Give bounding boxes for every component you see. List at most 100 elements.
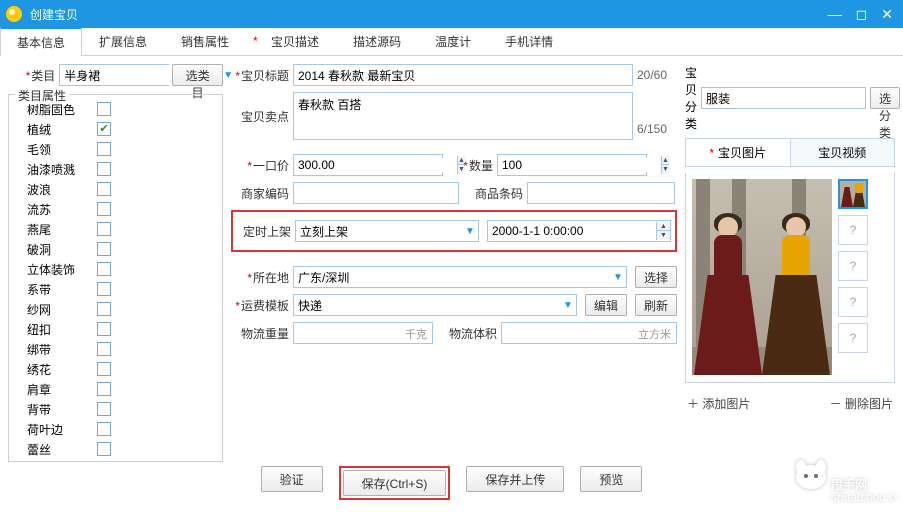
prop-checkbox[interactable] [97, 362, 111, 376]
minimize-button[interactable]: — [828, 7, 842, 21]
chevron-down-icon[interactable]: ▼ [560, 300, 576, 311]
prop-checkbox[interactable] [97, 182, 111, 196]
close-button[interactable]: ✕ [881, 7, 893, 21]
freight-combo[interactable]: ▼ [293, 294, 577, 316]
window-title: 创建宝贝 [30, 6, 828, 23]
category-combo[interactable]: ▼ [59, 64, 169, 86]
prop-item[interactable]: 绣花 [11, 359, 220, 379]
prop-item[interactable]: 毛领 [11, 139, 220, 159]
qty-input[interactable] [498, 158, 661, 172]
prop-checkbox[interactable] [97, 242, 111, 256]
maximize-button[interactable]: ◻ [856, 7, 868, 21]
prop-item[interactable]: 波浪 [11, 179, 220, 199]
main-image[interactable] [692, 179, 832, 375]
classify-input[interactable] [701, 87, 866, 109]
select-classify-button[interactable]: 选分类 [870, 87, 900, 109]
prop-item[interactable]: 纱网 [11, 299, 220, 319]
schedule-input[interactable] [296, 221, 462, 241]
validate-button[interactable]: 验证 [261, 466, 323, 492]
prop-item[interactable]: 肩章 [11, 379, 220, 399]
prop-checkbox[interactable] [97, 302, 111, 316]
freight-edit-button[interactable]: 编辑 [585, 294, 627, 316]
location-combo[interactable]: ▼ [293, 266, 627, 288]
tab-mobile-detail[interactable]: 手机详情 [488, 27, 570, 55]
spin-up-icon[interactable]: ▲ [661, 156, 669, 165]
tab-item-desc[interactable]: *宝贝描述 [246, 27, 336, 55]
prop-label: 绑带 [27, 341, 97, 358]
prop-checkbox[interactable] [97, 282, 111, 296]
location-input[interactable] [294, 267, 610, 287]
prop-checkbox[interactable] [97, 422, 111, 436]
spin-up-icon[interactable]: ▲ [656, 222, 670, 231]
prop-checkbox[interactable] [97, 162, 111, 176]
save-upload-button[interactable]: 保存并上传 [466, 466, 564, 492]
prop-item[interactable]: 流苏 [11, 199, 220, 219]
prop-item[interactable]: 立体装饰 [11, 259, 220, 279]
prop-checkbox[interactable] [97, 402, 111, 416]
thumbnail-1[interactable] [838, 179, 868, 209]
prop-item[interactable]: 蕾丝 [11, 439, 220, 457]
prop-item[interactable]: 纽扣 [11, 319, 220, 339]
thumbnail-5[interactable]: ? [838, 323, 868, 353]
prop-checkbox[interactable] [97, 142, 111, 156]
thumbnail-strip: ? ? ? ? [838, 179, 868, 376]
prop-checkbox[interactable] [97, 222, 111, 236]
schedule-time-spinner[interactable]: ▲▼ [487, 220, 671, 242]
prop-checkbox[interactable] [97, 382, 111, 396]
subtab-video[interactable]: 宝贝视频 [791, 139, 895, 166]
tab-thermometer[interactable]: 温度计 [418, 27, 488, 55]
weight-input[interactable] [293, 322, 433, 344]
prop-item[interactable]: 燕尾 [11, 219, 220, 239]
volume-input[interactable] [501, 322, 677, 344]
prop-checkbox[interactable] [97, 322, 111, 336]
prop-item[interactable]: 油漆喷溅 [11, 159, 220, 179]
prop-label: 荷叶边 [27, 421, 97, 438]
barcode-input[interactable] [527, 182, 675, 204]
price-spinner[interactable]: ▲▼ [293, 154, 443, 176]
spin-down-icon[interactable]: ▼ [656, 231, 670, 240]
merchant-code-input[interactable] [293, 182, 459, 204]
delete-image-button[interactable]: － 删除图片 [830, 395, 893, 412]
chevron-down-icon[interactable]: ▼ [610, 272, 626, 283]
prop-checkbox[interactable] [97, 122, 111, 136]
prop-item[interactable]: 绑带 [11, 339, 220, 359]
prop-label: 肩章 [27, 381, 97, 398]
prop-item[interactable]: 破洞 [11, 239, 220, 259]
freight-input[interactable] [294, 295, 560, 315]
category-label: 类目 [8, 67, 59, 84]
prop-checkbox[interactable] [97, 262, 111, 276]
title-counter: 20/60 [637, 68, 677, 82]
thumbnail-4[interactable]: ? [838, 287, 868, 317]
qty-spinner[interactable]: ▲▼ [497, 154, 647, 176]
prop-checkbox[interactable] [97, 102, 111, 116]
sellpoint-input[interactable] [293, 92, 633, 140]
price-input[interactable] [294, 158, 457, 172]
prop-item[interactable]: 荷叶边 [11, 419, 220, 439]
location-select-button[interactable]: 选择 [635, 266, 677, 288]
schedule-combo[interactable]: ▼ [295, 220, 479, 242]
chevron-down-icon[interactable]: ▼ [462, 226, 478, 237]
prop-checkbox[interactable] [97, 442, 111, 456]
save-button[interactable]: 保存(Ctrl+S) [343, 470, 447, 496]
tab-basic-info[interactable]: 基本信息 [0, 27, 82, 56]
prop-checkbox[interactable] [97, 342, 111, 356]
tab-extended-info[interactable]: 扩展信息 [82, 27, 164, 55]
prop-item[interactable]: 系带 [11, 279, 220, 299]
preview-button[interactable]: 预览 [580, 466, 642, 492]
spin-down-icon[interactable]: ▼ [661, 165, 669, 174]
prop-checkbox[interactable] [97, 202, 111, 216]
add-image-button[interactable]: ＋ 添加图片 [687, 395, 750, 412]
schedule-time-input[interactable] [488, 224, 656, 238]
title-input[interactable] [293, 64, 633, 86]
tab-sales-props[interactable]: 销售属性 [164, 27, 246, 55]
freight-refresh-button[interactable]: 刷新 [635, 294, 677, 316]
select-category-button[interactable]: 选类目 [172, 64, 223, 86]
tab-desc-source[interactable]: 描述源码 [336, 27, 418, 55]
subtab-images[interactable]: *宝贝图片 [686, 139, 791, 166]
title-label: 宝贝标题 [231, 67, 289, 84]
thumbnail-2[interactable]: ? [838, 215, 868, 245]
thumbnail-3[interactable]: ? [838, 251, 868, 281]
prop-item[interactable]: 植绒 [11, 119, 220, 139]
prop-item[interactable]: 背带 [11, 399, 220, 419]
props-list[interactable]: 树脂固色植绒毛领油漆喷溅波浪流苏燕尾破洞立体装饰系带纱网纽扣绑带绣花肩章背带荷叶… [11, 99, 220, 457]
